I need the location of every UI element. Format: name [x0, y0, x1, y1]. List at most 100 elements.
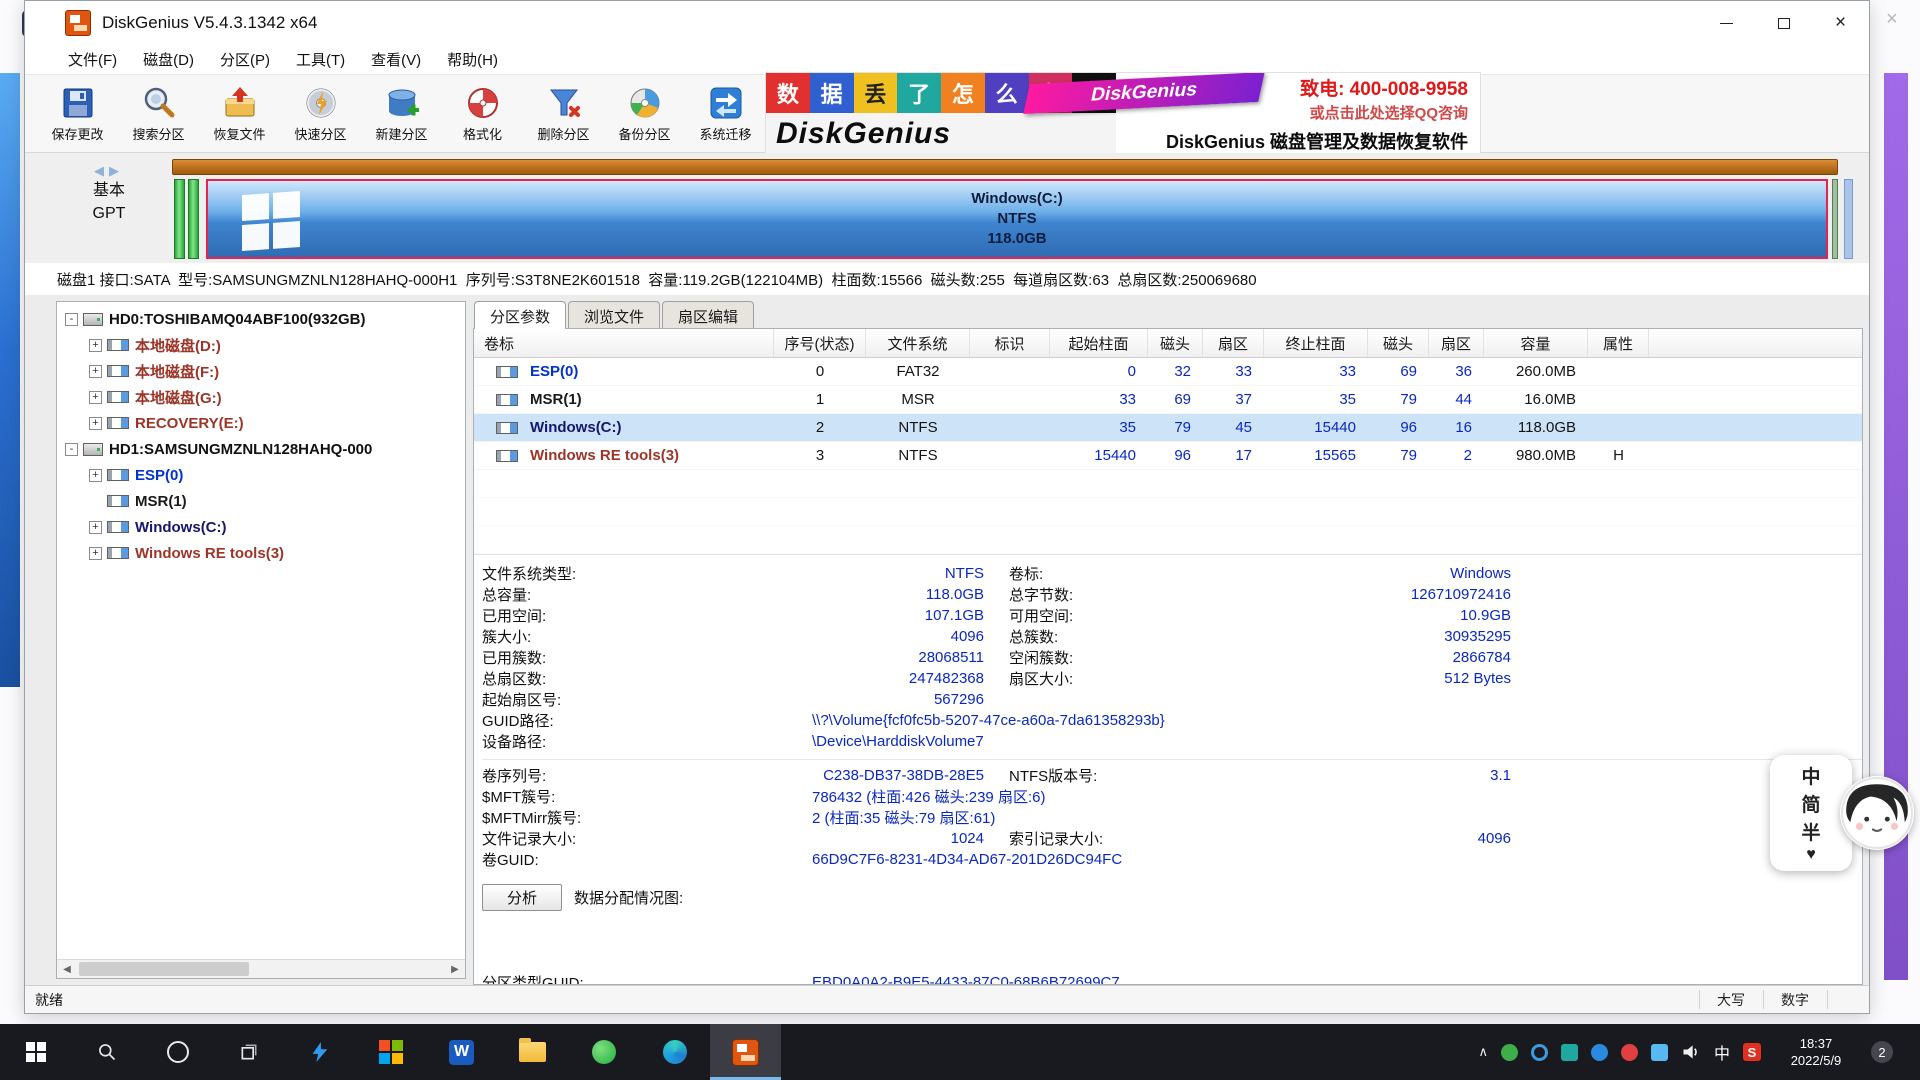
taskbar-app-store[interactable] [355, 1024, 426, 1080]
volume-label: Windows RE tools(3) [530, 447, 679, 464]
quick-partition-button[interactable]: 快速分区 [280, 77, 361, 151]
minimize-button[interactable] [1698, 1, 1755, 45]
banner-tile: 据 [810, 73, 854, 113]
partition-block-windows-re[interactable] [1832, 179, 1838, 259]
expander-icon[interactable]: + [89, 547, 102, 560]
tree-item-msr[interactable]: MSR(1) [57, 488, 465, 514]
tree-item-windows-re[interactable]: + Windows RE tools(3) [57, 540, 465, 566]
disk-scheme: GPT [61, 202, 157, 225]
tree-item-hd0[interactable]: - HD0:TOSHIBAMQ04ABF100(932GB) [57, 306, 465, 332]
expander-icon[interactable]: + [89, 469, 102, 482]
disk-bus-type: 基本 [61, 179, 157, 202]
tab-partition-params[interactable]: 分区参数 [474, 301, 566, 328]
tray-icon-qq[interactable] [1591, 1044, 1608, 1061]
ime-avatar[interactable] [1840, 776, 1914, 850]
maximize-button[interactable] [1755, 1, 1812, 45]
taskbar-app-lightning[interactable] [284, 1024, 355, 1080]
expander-icon[interactable]: - [65, 313, 78, 326]
tray-icon-1[interactable] [1501, 1044, 1518, 1061]
taskbar-app-explorer[interactable] [497, 1024, 568, 1080]
menu-partition[interactable]: 分区(P) [207, 45, 283, 74]
menu-view[interactable]: 查看(V) [358, 45, 434, 74]
taskbar-search-button[interactable] [71, 1024, 142, 1080]
expander-icon[interactable]: + [89, 521, 102, 534]
menu-disk[interactable]: 磁盘(D) [130, 45, 207, 74]
menu-file[interactable]: 文件(F) [55, 45, 130, 74]
tree-item-esp[interactable]: + ESP(0) [57, 462, 465, 488]
analyze-button[interactable]: 分析 [482, 884, 562, 911]
banner-qq-link[interactable]: 或点击此处选择QQ咨询 [1310, 102, 1468, 123]
tray-icon-5[interactable] [1651, 1044, 1668, 1061]
close-button[interactable]: × [1812, 1, 1869, 45]
expander-icon[interactable]: + [89, 391, 102, 404]
scroll-left-arrow[interactable]: ◀ [57, 964, 77, 975]
save-changes-button[interactable]: 保存更改 [37, 77, 118, 151]
taskbar-app-diskgenius[interactable] [710, 1024, 781, 1080]
start-button[interactable] [0, 1024, 71, 1080]
prev-disk-arrow[interactable]: ◀ [94, 163, 109, 178]
new-partition-button[interactable]: 新建分区 [361, 77, 442, 151]
tab-sector-edit[interactable]: 扇区编辑 [662, 301, 754, 328]
ime-floating-widget[interactable]: 中 简 半 ♥ [1770, 755, 1920, 871]
tree-item-hd1[interactable]: - HD1:SAMSUNGMZNLN128HAHQ-000 [57, 436, 465, 462]
expander-icon[interactable]: + [89, 339, 102, 352]
partition-block-windows-c[interactable]: Windows(C:) NTFS 118.0GB [206, 179, 1828, 259]
banner-tile: 么 [985, 73, 1029, 113]
tree-item-recovery-e[interactable]: + RECOVERY(E:) [57, 410, 465, 436]
windows-logo-icon [26, 1042, 46, 1062]
titlebar[interactable]: DiskGenius V5.4.3.1342 x64 × [25, 1, 1869, 45]
table-row-msr[interactable]: MSR(1) 1 MSR 33 69 37 35 79 44 16.0MB [474, 386, 1862, 414]
expander-icon[interactable]: + [89, 365, 102, 378]
partition-block-msr[interactable] [188, 179, 199, 259]
expander-icon[interactable]: + [89, 417, 102, 430]
menu-tools[interactable]: 工具(T) [283, 45, 358, 74]
ime-language-indicator[interactable]: 中 [1714, 1040, 1730, 1064]
notification-badge[interactable]: 2 [1871, 1041, 1893, 1063]
task-view-button[interactable] [213, 1024, 284, 1080]
tray-icon-2[interactable] [1531, 1044, 1548, 1061]
cortana-button[interactable] [142, 1024, 213, 1080]
partition-tabs: 分区参数 浏览文件 扇区编辑 [473, 301, 1863, 328]
maximize-icon [1778, 18, 1790, 29]
tab-browse-files[interactable]: 浏览文件 [568, 301, 660, 328]
tree-item-local-d[interactable]: + 本地磁盘(D:) [57, 332, 465, 358]
tree-item-windows-c[interactable]: + Windows(C:) [57, 514, 465, 540]
banner-phone: 致电: 400-008-9958 [1300, 74, 1468, 101]
table-row-windows-c[interactable]: Windows(C:) 2 NTFS 35 79 45 15440 96 16 … [474, 414, 1862, 442]
volume-icon[interactable] [1681, 1042, 1701, 1062]
promo-banner[interactable]: 数 据 丢 了 怎 么 办 ！ DiskGenius DiskGenius 致电… [766, 73, 1480, 154]
status-numlock: 数字 [1763, 986, 1827, 1013]
disk-capacity-bar[interactable] [172, 159, 1838, 175]
format-button[interactable]: 格式化 [442, 77, 523, 151]
tree-item-local-g[interactable]: + 本地磁盘(G:) [57, 384, 465, 410]
tray-icon-4[interactable] [1621, 1044, 1638, 1061]
taskbar-app-green[interactable] [568, 1024, 639, 1080]
taskbar-app-edge[interactable] [639, 1024, 710, 1080]
table-row-esp[interactable]: ESP(0) 0 FAT32 0 32 33 33 69 36 260.0MB [474, 358, 1862, 386]
menu-help[interactable]: 帮助(H) [434, 45, 511, 74]
green-app-icon [592, 1040, 616, 1064]
taskbar-clock[interactable]: 18:37 2022/5/9 [1774, 1035, 1858, 1069]
taskbar-app-word[interactable]: W [426, 1024, 497, 1080]
recover-files-icon [222, 85, 258, 121]
sogou-icon[interactable]: S [1743, 1043, 1761, 1061]
scroll-track[interactable] [77, 960, 445, 978]
delete-partition-button[interactable]: 删除分区 [523, 77, 604, 151]
system-migration-button[interactable]: 系统迁移 [685, 77, 766, 151]
tree-item-local-f[interactable]: + 本地磁盘(F:) [57, 358, 465, 384]
tray-icon-3[interactable] [1561, 1044, 1578, 1061]
scroll-thumb[interactable] [79, 962, 249, 976]
next-disk-arrow[interactable]: ▶ [109, 163, 124, 178]
partition-icon [107, 521, 129, 533]
recover-files-button[interactable]: 恢复文件 [199, 77, 280, 151]
backup-partition-button[interactable]: 备份分区 [604, 77, 685, 151]
scroll-right-arrow[interactable]: ▶ [445, 964, 465, 975]
tray-expand-chevron-icon[interactable]: ∧ [1478, 1044, 1488, 1060]
search-partition-button[interactable]: 搜索分区 [118, 77, 199, 151]
expander-icon[interactable]: - [65, 443, 78, 456]
tree-horizontal-scrollbar[interactable]: ◀ ▶ [57, 959, 465, 978]
partition-block-esp[interactable] [174, 179, 185, 259]
table-row-windows-re[interactable]: Windows RE tools(3) 3 NTFS 15440 96 17 1… [474, 442, 1862, 470]
disk-icon [83, 313, 103, 326]
disk-bar-scroll[interactable] [1844, 179, 1853, 259]
